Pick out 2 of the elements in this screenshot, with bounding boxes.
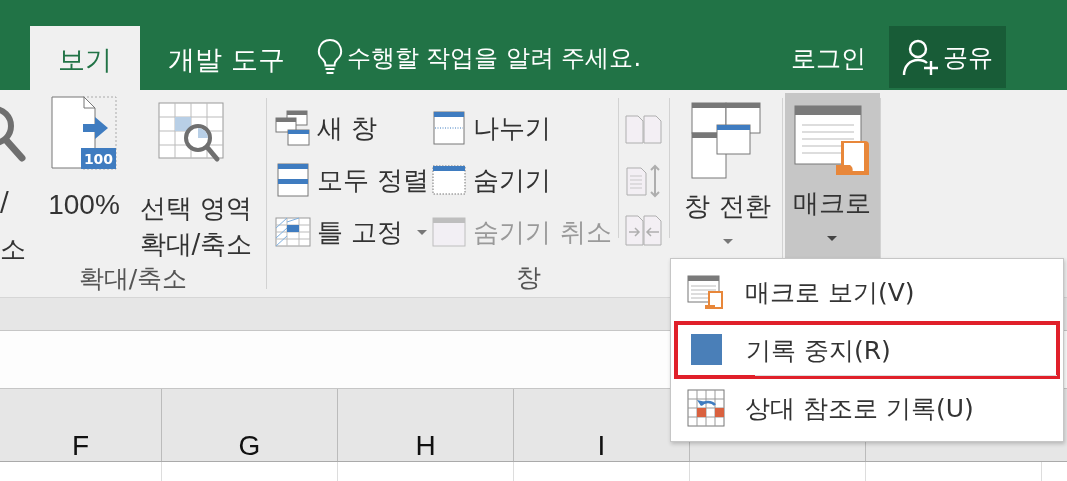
- group-label: 창: [515, 262, 541, 294]
- group-label: 확대/축소: [78, 263, 188, 295]
